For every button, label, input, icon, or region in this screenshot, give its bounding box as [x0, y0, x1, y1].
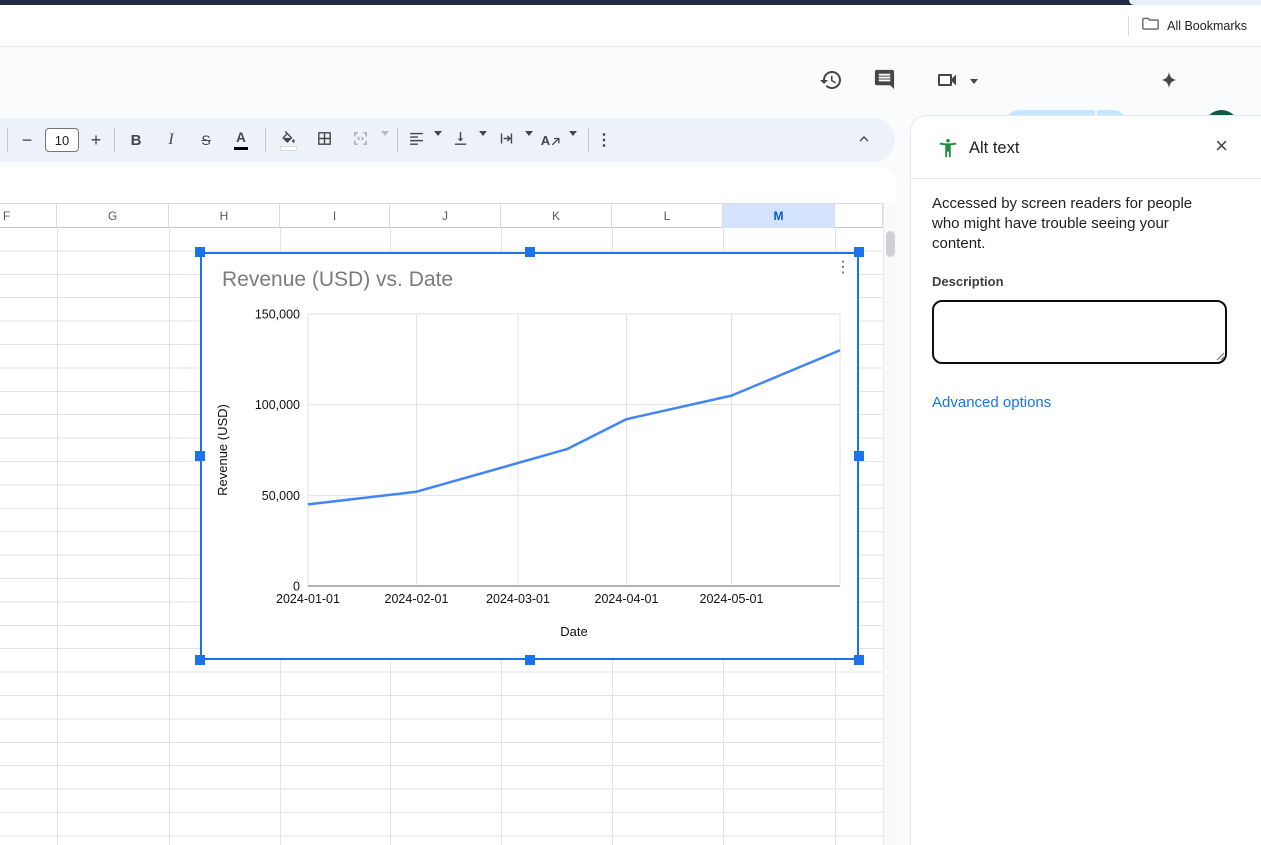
- borders-icon: [316, 130, 333, 150]
- svg-text:Date: Date: [560, 624, 587, 639]
- formatting-toolbar: − 10 + B I S A: [0, 118, 895, 162]
- gemini-button[interactable]: [1149, 61, 1189, 101]
- bookmarks-bar: All Bookmarks: [0, 5, 1261, 47]
- column-header-G[interactable]: G: [57, 204, 169, 228]
- fill-color-button[interactable]: [276, 128, 300, 152]
- version-history-button[interactable]: [811, 61, 851, 101]
- chevron-down-icon: [970, 79, 978, 84]
- chevron-down-icon: [434, 131, 442, 151]
- svg-text:2024-03-01: 2024-03-01: [486, 592, 550, 606]
- svg-text:150,000: 150,000: [255, 308, 300, 322]
- vertical-align-icon: [452, 130, 469, 150]
- chevron-down-icon: [381, 131, 389, 151]
- align-left-icon: [408, 130, 425, 150]
- text-rotation-button[interactable]: A: [539, 128, 563, 152]
- text-color-icon: A: [234, 131, 248, 150]
- text-wrap-button[interactable]: [494, 128, 518, 152]
- more-toolbar-options-button[interactable]: ⋮: [592, 128, 616, 152]
- embedded-chart[interactable]: Revenue (USD) vs. Date ⋮ 050,000100,0001…: [200, 252, 859, 660]
- panel-divider: [911, 178, 1261, 179]
- borders-button[interactable]: [312, 128, 336, 152]
- increase-font-size-button[interactable]: +: [84, 128, 108, 152]
- bookmarks-separator: [1128, 16, 1129, 36]
- horizontal-align-button[interactable]: [404, 128, 428, 152]
- alt-text-panel: Alt text × Accessed by screen readers fo…: [910, 115, 1261, 845]
- screen: All Bookmarks Share: [0, 0, 1261, 845]
- sparkle-icon: [1157, 68, 1181, 95]
- line-chart: 050,000100,000150,0002024-01-012024-02-0…: [202, 254, 857, 658]
- collapse-toolbar-button[interactable]: [852, 128, 876, 152]
- svg-text:2024-01-01: 2024-01-01: [276, 592, 340, 606]
- horizontal-align-dropdown[interactable]: [433, 136, 442, 144]
- chevron-down-icon: [525, 131, 533, 151]
- vertical-scrollbar[interactable]: [883, 203, 896, 845]
- close-panel-button[interactable]: ×: [1215, 132, 1228, 160]
- description-input[interactable]: [932, 300, 1227, 364]
- column-header-F[interactable]: F: [0, 204, 57, 228]
- app-header: Share I: [0, 48, 1261, 118]
- svg-text:100,000: 100,000: [255, 398, 300, 412]
- all-bookmarks-button[interactable]: All Bookmarks: [1167, 19, 1247, 33]
- vertical-align-button[interactable]: [448, 128, 472, 152]
- text-color-button[interactable]: A: [229, 128, 253, 152]
- toolbar-divider: [265, 128, 266, 152]
- panel-title: Alt text: [969, 139, 1019, 158]
- svg-text:2024-04-01: 2024-04-01: [595, 592, 659, 606]
- chevron-down-icon: [569, 131, 577, 151]
- merge-cells-button[interactable]: [348, 128, 372, 152]
- chevron-down-icon: [479, 131, 487, 151]
- toolbar-divider: [7, 128, 8, 152]
- description-label: Description: [932, 274, 1004, 289]
- bold-button[interactable]: B: [124, 128, 148, 152]
- column-header-H[interactable]: H: [169, 204, 280, 228]
- meet-dropdown-button[interactable]: [962, 61, 986, 101]
- merge-cells-icon: [352, 130, 369, 150]
- folder-icon: [1142, 16, 1159, 36]
- advanced-options-link[interactable]: Advanced options: [932, 394, 1051, 411]
- comment-icon: [873, 68, 896, 94]
- toolbar-divider: [114, 128, 115, 152]
- column-header-K[interactable]: K: [501, 204, 612, 228]
- column-header-partial[interactable]: [835, 204, 883, 228]
- column-header-J[interactable]: J: [390, 204, 501, 228]
- text-wrap-icon: [498, 130, 515, 150]
- toolbar-divider: [588, 128, 589, 152]
- grid-line: [169, 228, 170, 845]
- decrease-font-size-button[interactable]: −: [15, 128, 39, 152]
- svg-text:2024-05-01: 2024-05-01: [700, 592, 764, 606]
- italic-button[interactable]: I: [159, 128, 183, 152]
- font-size-input[interactable]: 10: [45, 128, 79, 152]
- alt-text-help: Accessed by screen readers for people wh…: [932, 194, 1206, 254]
- column-header-L[interactable]: L: [612, 204, 723, 228]
- column-header-I[interactable]: I: [280, 204, 390, 228]
- paint-bucket-icon: [280, 131, 296, 150]
- accessibility-icon: [937, 137, 959, 164]
- column-header-M[interactable]: M: [723, 204, 835, 228]
- text-rotation-icon: A: [541, 134, 561, 147]
- meet-camera-button[interactable]: [927, 61, 967, 101]
- svg-text:50,000: 50,000: [262, 489, 300, 503]
- svg-text:Revenue (USD): Revenue (USD): [215, 404, 230, 496]
- strikethrough-button[interactable]: S: [194, 128, 218, 152]
- video-camera-icon: [935, 68, 959, 95]
- toolbar-divider: [397, 128, 398, 152]
- scrollbar-thumb[interactable]: [886, 231, 895, 257]
- text-wrap-dropdown[interactable]: [524, 136, 533, 144]
- grid-line: [57, 228, 58, 845]
- comments-button[interactable]: [864, 61, 904, 101]
- history-icon: [819, 68, 843, 95]
- text-rotation-dropdown[interactable]: [568, 136, 577, 144]
- column-headers: FGHIJKLM: [0, 203, 883, 228]
- chevron-up-icon: [856, 131, 872, 150]
- svg-text:2024-02-01: 2024-02-01: [385, 592, 449, 606]
- vertical-align-dropdown[interactable]: [478, 136, 487, 144]
- merge-cells-dropdown[interactable]: [380, 136, 389, 144]
